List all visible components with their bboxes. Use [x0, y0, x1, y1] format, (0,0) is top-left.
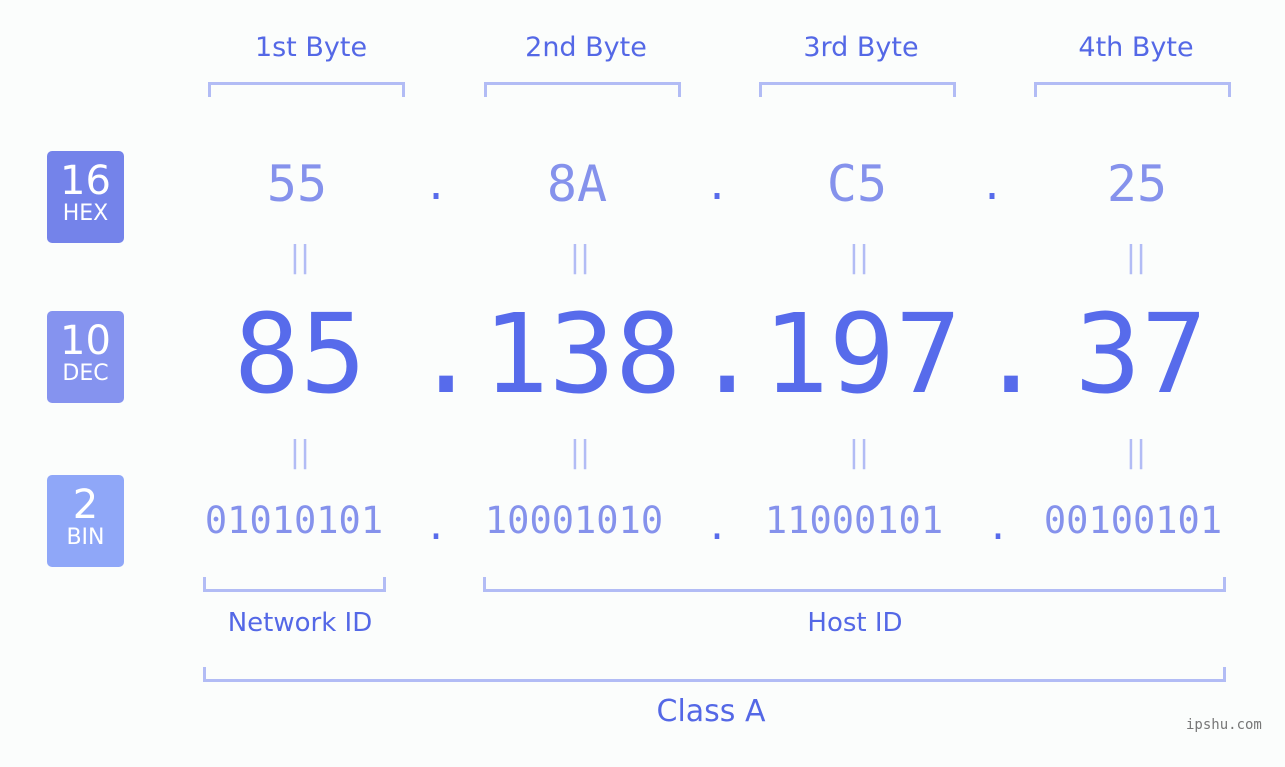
- equals-hex-dec-3: ||: [848, 240, 870, 275]
- bin-byte-1: 01010101: [204, 499, 384, 542]
- equals-dec-bin-3: ||: [848, 435, 870, 470]
- dec-byte-3: 197: [762, 290, 962, 418]
- network-id-label: Network ID: [227, 608, 373, 638]
- equals-dec-bin-2: ||: [569, 435, 591, 470]
- dec-badge: 10 DEC: [47, 311, 124, 403]
- bin-byte-2: 10001010: [484, 499, 664, 542]
- hex-byte-2: 8A: [546, 155, 608, 213]
- hex-dot-2: .: [704, 163, 730, 209]
- equals-hex-dec-1: ||: [289, 240, 311, 275]
- class-bracket: [203, 667, 1226, 682]
- hex-dot-3: .: [979, 163, 1005, 209]
- bracket-byte-2: [484, 82, 681, 97]
- bin-dot-3: .: [986, 505, 1010, 548]
- hex-badge-label: HEX: [62, 201, 109, 226]
- equals-hex-dec-2: ||: [569, 240, 591, 275]
- bracket-byte-3: [759, 82, 956, 97]
- dec-badge-label: DEC: [62, 361, 109, 386]
- equals-hex-dec-4: ||: [1125, 240, 1147, 275]
- bin-byte-4: 00100101: [1043, 499, 1223, 542]
- host-id-bracket: [483, 577, 1226, 592]
- host-id-label: Host ID: [807, 608, 903, 638]
- bin-badge-base: 2: [72, 482, 99, 528]
- header-byte-2: 2nd Byte: [525, 32, 647, 63]
- header-byte-1: 1st Byte: [254, 32, 368, 63]
- bin-badge: 2 BIN: [47, 475, 124, 567]
- hex-byte-4: 25: [1106, 155, 1168, 213]
- class-label: Class A: [656, 694, 766, 729]
- equals-dec-bin-4: ||: [1125, 435, 1147, 470]
- header-byte-3: 3rd Byte: [803, 32, 919, 63]
- watermark: ipshu.com: [1186, 717, 1262, 733]
- bracket-byte-4: [1034, 82, 1231, 97]
- dec-byte-2: 138: [482, 290, 682, 418]
- hex-badge: 16 HEX: [47, 151, 124, 243]
- dec-byte-4: 37: [1074, 290, 1208, 418]
- hex-dot-1: .: [423, 163, 449, 209]
- bin-dot-2: .: [705, 505, 729, 548]
- bin-badge-label: BIN: [66, 525, 105, 550]
- equals-dec-bin-1: ||: [289, 435, 311, 470]
- hex-badge-base: 16: [60, 158, 111, 204]
- hex-byte-3: C5: [826, 155, 888, 213]
- header-byte-4: 4th Byte: [1078, 32, 1194, 63]
- dec-byte-1: 85: [233, 290, 367, 418]
- dec-badge-base: 10: [60, 318, 111, 364]
- bracket-byte-1: [208, 82, 405, 97]
- network-id-bracket: [203, 577, 386, 592]
- hex-byte-1: 55: [266, 155, 328, 213]
- bin-dot-1: .: [424, 505, 448, 548]
- bin-byte-3: 11000101: [764, 499, 944, 542]
